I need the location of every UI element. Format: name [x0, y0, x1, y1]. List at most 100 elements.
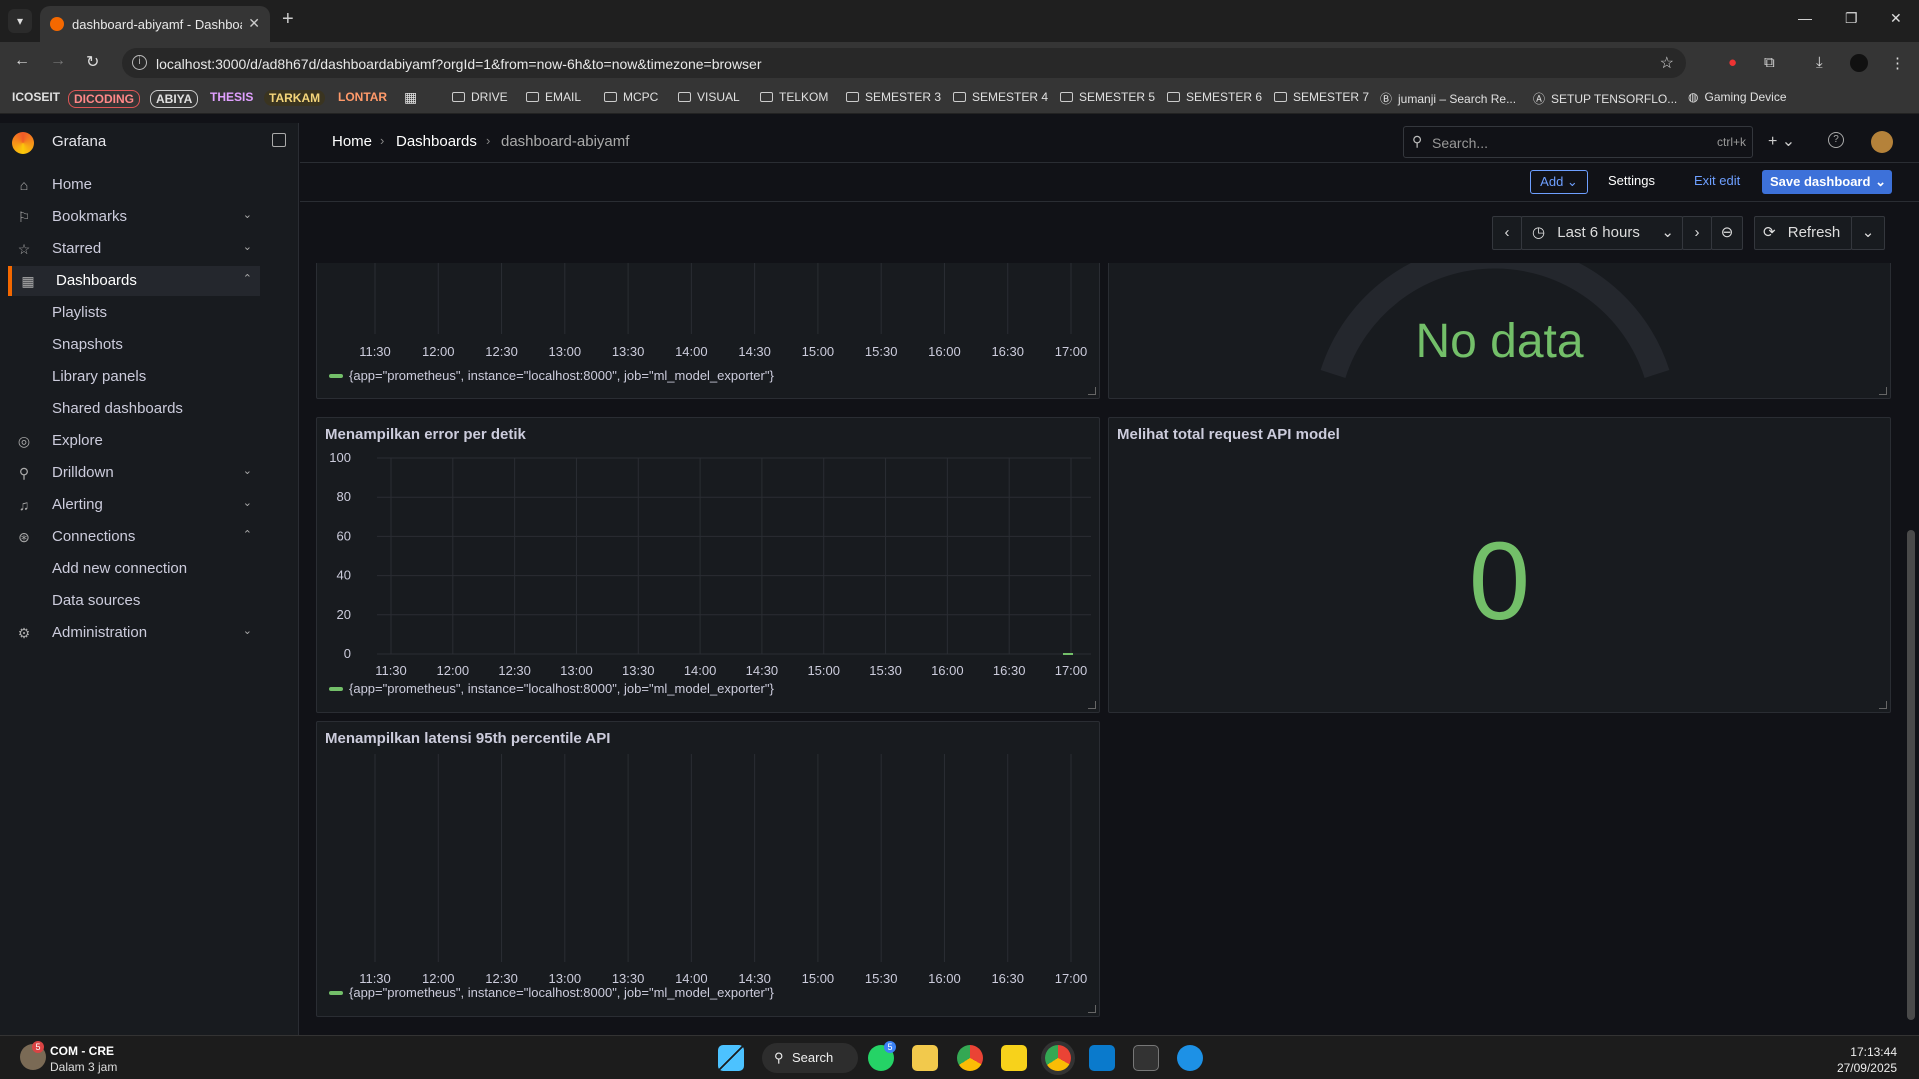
panel-error-per-second[interactable]: Menampilkan error per detik 11:30 12:00 12…	[316, 417, 1100, 713]
bookmark-visual[interactable]: VISUAL	[678, 90, 740, 104]
panel-gauge-top[interactable]: No data	[1108, 263, 1891, 399]
system-clock[interactable]: 17:13:44 27/09/2025	[1837, 1044, 1897, 1076]
panel-latency-p95[interactable]: Menampilkan latensi 95th percentile API …	[316, 721, 1100, 1017]
search-input[interactable]: ⚲ Search... ctrl+k	[1403, 126, 1753, 158]
bookmark-thesis[interactable]: THESIS	[210, 90, 253, 104]
nav-add-new-connection[interactable]: Add new connection	[52, 560, 187, 577]
bookmark-email[interactable]: EMAIL	[526, 90, 581, 104]
extensions-puzzle-icon[interactable]: ⧉	[1764, 54, 1775, 71]
nav-library-panels[interactable]: Library panels	[52, 368, 146, 385]
close-tab-icon[interactable]: ✕	[248, 15, 260, 32]
nav-administration[interactable]: ⚙ Administration ⌄	[8, 618, 260, 648]
chevron-down-icon[interactable]: ⌄	[243, 240, 252, 253]
help-icon[interactable]: ?	[1828, 132, 1844, 148]
refresh-button[interactable]: ⟳ Refresh	[1754, 216, 1852, 250]
legend-item[interactable]: {app="prometheus", instance="localhost:8…	[329, 985, 774, 1000]
nav-starred[interactable]: ☆ Starred ⌄	[8, 234, 260, 264]
bookmark-mcpc[interactable]: MCPC	[604, 90, 658, 104]
nav-shared-dashboards[interactable]: Shared dashboards	[52, 400, 183, 417]
tab-list-button[interactable]: ▾	[8, 9, 32, 33]
settings-button[interactable]: Settings	[1608, 173, 1655, 188]
new-tab-button[interactable]: +	[282, 8, 294, 31]
time-forward-button[interactable]: ›	[1682, 216, 1712, 250]
nav-connections[interactable]: ⊛ Connections ⌃	[8, 522, 260, 552]
time-range-picker[interactable]: ◷ Last 6 hours ⌄	[1521, 216, 1683, 250]
nav-explore[interactable]: ◎ Explore	[8, 426, 260, 456]
grafana-logo-icon[interactable]	[12, 132, 34, 154]
chevron-down-icon[interactable]: ⌄	[243, 464, 252, 477]
bookmark-lontar[interactable]: LONTAR	[338, 90, 387, 104]
download-icon[interactable]: ⤓	[1816, 54, 1823, 71]
bookmark-semester-7[interactable]: SEMESTER 7	[1274, 90, 1369, 104]
apps-grid-icon[interactable]: ▦	[404, 89, 417, 106]
menu-kebab-icon[interactable]: ⋮	[1890, 54, 1905, 72]
zoom-out-icon[interactable]: ⊖	[1711, 216, 1743, 250]
resize-handle[interactable]	[1088, 387, 1096, 395]
save-dashboard-button[interactable]: Save dashboard ⌄	[1762, 170, 1892, 194]
breadcrumb-home[interactable]: Home	[332, 133, 372, 150]
nav-bookmarks[interactable]: ⚐ Bookmarks ⌄	[8, 202, 260, 232]
extension-icon[interactable]: ●	[1728, 54, 1737, 71]
bookmark-semester-5[interactable]: SEMESTER 5	[1060, 90, 1155, 104]
dashboard-scrollbar[interactable]	[1907, 530, 1915, 1020]
add-button[interactable]: Add ⌄	[1530, 170, 1588, 194]
reload-icon[interactable]: ↻	[86, 52, 99, 72]
resize-handle[interactable]	[1879, 701, 1887, 709]
sticky-notes-icon[interactable]	[1001, 1045, 1027, 1071]
legend-item[interactable]: {app="prometheus", instance="localhost:8…	[329, 681, 774, 696]
chevron-down-icon[interactable]: ⌄	[243, 624, 252, 637]
bookmark-semester-6[interactable]: SEMESTER 6	[1167, 90, 1262, 104]
vscode-icon[interactable]	[1089, 1045, 1115, 1071]
bookmark-semester-4[interactable]: SEMESTER 4	[953, 90, 1048, 104]
windows-start-icon[interactable]	[718, 1045, 744, 1071]
resize-handle[interactable]	[1088, 1005, 1096, 1013]
bookmark-telkom[interactable]: TELKOM	[760, 90, 828, 104]
breadcrumb-dashboards[interactable]: Dashboards	[396, 133, 477, 150]
nav-dashboards[interactable]: ▦ Dashboards ⌃	[8, 266, 260, 296]
nav-home[interactable]: ⌂ Home	[8, 170, 260, 200]
exit-edit-button[interactable]: Exit edit	[1694, 173, 1740, 188]
bookmark-setup-tensorflow[interactable]: Ⓐ SETUP TENSORFLO...	[1533, 90, 1677, 107]
legend-item[interactable]: {app="prometheus", instance="localhost:8…	[329, 368, 774, 383]
user-avatar[interactable]	[1871, 131, 1893, 153]
time-back-button[interactable]: ‹	[1492, 216, 1522, 250]
bookmark-drive[interactable]: DRIVE	[452, 90, 508, 104]
refresh-interval-dropdown[interactable]: ⌄	[1851, 216, 1885, 250]
terminal-icon[interactable]	[1133, 1045, 1159, 1071]
back-icon[interactable]: ←	[14, 52, 30, 70]
close-window-icon[interactable]: ✕	[1890, 10, 1902, 27]
bookmark-semester-3[interactable]: SEMESTER 3	[846, 90, 941, 104]
nav-data-sources[interactable]: Data sources	[52, 592, 140, 609]
bookmark-star-icon[interactable]: ☆	[1660, 53, 1674, 73]
chevron-down-icon[interactable]: ⌄	[243, 496, 252, 509]
dock-menu-icon[interactable]	[272, 133, 286, 147]
panel-total-requests[interactable]: Melihat total request API model 0	[1108, 417, 1891, 713]
new-plus-icon[interactable]: + ⌄	[1768, 131, 1795, 151]
file-explorer-icon[interactable]	[912, 1045, 938, 1071]
bookmark-icoseit[interactable]: ICOSEIT	[12, 90, 60, 104]
nav-drilldown[interactable]: ⚲ Drilldown ⌄	[8, 458, 260, 488]
bookmark-gaming-device[interactable]: ◍ Gaming Device	[1688, 90, 1787, 104]
minimize-icon[interactable]: —	[1798, 10, 1812, 26]
site-info-icon[interactable]: i	[132, 55, 147, 70]
bookmark-dicoding[interactable]: DICODING	[68, 90, 140, 108]
chrome-icon[interactable]	[957, 1045, 983, 1071]
resize-handle[interactable]	[1088, 701, 1096, 709]
panel-timeseries-top[interactable]: 11:30 12:00 12:30 13:00 13:30 14:00 14:30 15:00…	[316, 263, 1100, 399]
chrome-profile-icon[interactable]	[1045, 1045, 1071, 1071]
restore-icon[interactable]: ❐	[1845, 10, 1858, 27]
bookmark-jumanji[interactable]: Ⓑjumanji – Search Re...	[1380, 90, 1516, 107]
bookmark-tarkam[interactable]: TARKAM	[264, 90, 326, 106]
bookmark-abiya[interactable]: ABIYA	[150, 90, 199, 108]
chevron-down-icon[interactable]: ⌄	[243, 208, 252, 221]
url-input[interactable]: i localhost:3000/d/ad8h67d/dashboardabiy…	[122, 48, 1686, 78]
nav-snapshots[interactable]: Snapshots	[52, 336, 123, 353]
resize-handle[interactable]	[1879, 387, 1887, 395]
chevron-up-icon[interactable]: ⌃	[243, 272, 252, 285]
nav-alerting[interactable]: ♫ Alerting ⌄	[8, 490, 260, 520]
taskbar-search[interactable]: ⚲ Search	[762, 1043, 858, 1073]
nav-playlists[interactable]: Playlists	[52, 304, 107, 321]
browser-tab-active[interactable]: dashboard-abiyamf - Dashboar ✕	[40, 6, 270, 42]
profile-avatar[interactable]	[1850, 54, 1868, 72]
docker-icon[interactable]	[1177, 1045, 1203, 1071]
